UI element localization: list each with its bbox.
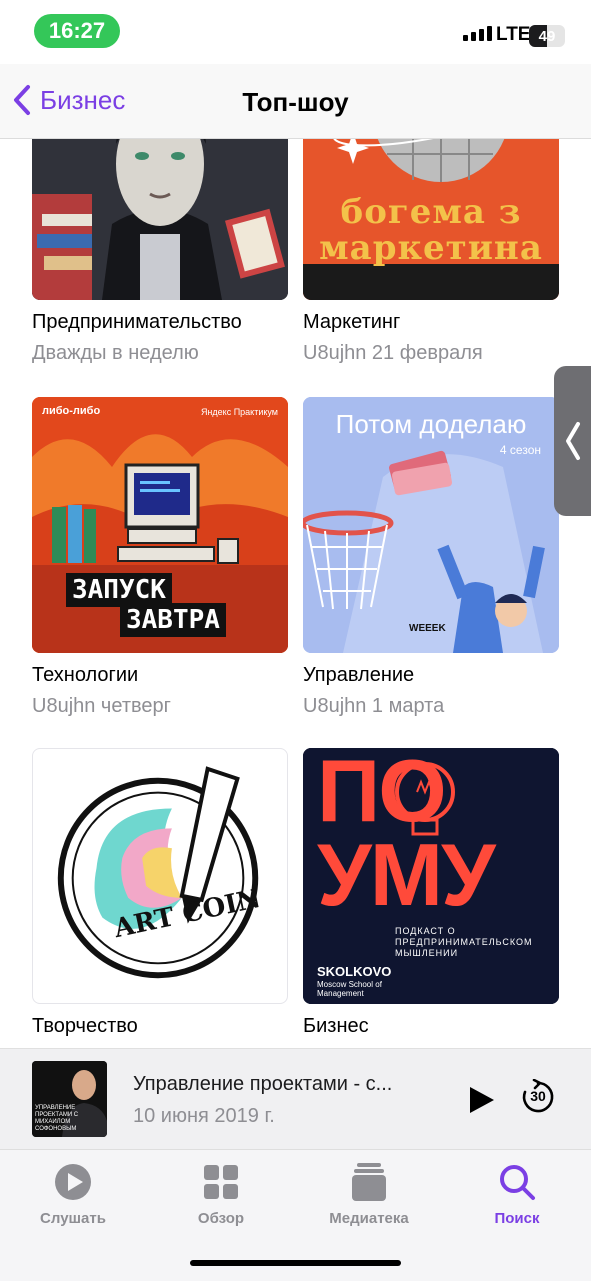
artwork-text-line2: УМУ [317, 825, 496, 924]
skip-seconds: 30 [530, 1088, 546, 1104]
show-artwork[interactable]: ART COIN [32, 748, 288, 1004]
tab-label: Слушать [40, 1210, 106, 1227]
show-artwork[interactable]: богема з маркетина [303, 138, 559, 300]
artwork-text-line1: ПО [317, 748, 447, 840]
signal-icon [463, 26, 492, 41]
tab-search[interactable]: Поиск [462, 1162, 572, 1227]
artwork-text-line2: ЗАВТРА [120, 603, 226, 637]
show-subtitle: U8ujhn 1 марта [303, 695, 445, 717]
network-type: LTE [496, 24, 531, 45]
now-playing-title: Управление проектами - с... [133, 1073, 393, 1095]
tab-label: Поиск [494, 1210, 540, 1227]
show-artwork[interactable]: Потом доделаю 4 сезон WEEEK [303, 397, 559, 653]
portrait-illustration-icon [32, 138, 288, 300]
artwork-top-right: Яндекс Практикум [200, 407, 278, 417]
show-subtitle: U8ujhn четверг [32, 695, 171, 717]
artwork-brand: SKOLKOVO [317, 964, 392, 979]
tab-label: Обзор [197, 1210, 245, 1227]
tab-library[interactable]: Медиатека [314, 1162, 424, 1227]
artwork-season: 4 сезон [499, 443, 541, 457]
battery-icon: 49 [529, 25, 565, 47]
pencil-circle-icon [57, 766, 259, 979]
artwork-text: богема з маркетина [319, 192, 543, 268]
skip-forward-button[interactable]: 30 [520, 1078, 556, 1115]
mini-player[interactable]: УПРАВЛЕНИЕ ПРОЕКТАМИ С МИХАИЛОМ СОФОНОВЫ… [0, 1048, 591, 1149]
show-subtitle: U8ujhn 21 февраля [303, 342, 483, 364]
tab-listen[interactable]: Слушать [18, 1162, 128, 1227]
play-circle-icon [55, 1164, 91, 1200]
status-bar: 16:27 LTE 49 [0, 0, 591, 64]
show-title[interactable]: Маркетинг [303, 311, 400, 334]
tab-browse[interactable]: Обзор [166, 1162, 276, 1227]
side-handle[interactable] [554, 366, 591, 516]
show-title[interactable]: Технологии [32, 664, 138, 687]
artwork-brand: WEEEK [409, 623, 446, 634]
tab-label: Медиатека [329, 1210, 409, 1227]
top-shows-grid: Предпринимательство Дважды в неделю боге… [0, 138, 591, 1050]
show-artwork[interactable]: либо-либо Яндекс Практикум ЗАПУСК ЗАВТРА [32, 397, 288, 653]
show-subtitle: Дважды в неделю [32, 342, 199, 364]
mini-player-artwork[interactable]: УПРАВЛЕНИЕ ПРОЕКТАМИ С МИХАИЛОМ СОФОНОВЫ… [32, 1061, 107, 1137]
show-title[interactable]: Творчество [32, 1015, 138, 1038]
grid-icon [204, 1165, 238, 1199]
play-icon[interactable] [466, 1085, 496, 1115]
library-icon [352, 1163, 386, 1201]
show-title[interactable]: Бизнес [303, 1015, 369, 1038]
now-playing-date: 10 июня 2019 г. [133, 1105, 275, 1127]
artwork-text-line1: ЗАПУСК [66, 573, 172, 607]
status-time[interactable]: 16:27 [34, 14, 120, 48]
page-title: Топ-шоу [242, 87, 349, 117]
artwork-description: ПОДКАСТ О ПРЕДПРИНИМАТЕЛЬСКОМ МЫШЛЕНИИ [395, 926, 533, 958]
show-title[interactable]: Предпринимательство [32, 311, 242, 334]
artwork-brand-sub: Moscow School of Management [317, 980, 382, 998]
battery-percent: 49 [538, 27, 556, 45]
artwork-title: Потом доделаю [335, 409, 527, 439]
search-icon [500, 1165, 535, 1200]
navigation-bar: Бизнес Топ-шоу [0, 64, 591, 139]
show-artwork[interactable] [32, 138, 288, 300]
artwork-top-left: либо-либо [42, 405, 101, 417]
mini-art-caption: УПРАВЛЕНИЕ ПРОЕКТАМИ С МИХАИЛОМ СОФОНОВЫ… [35, 1105, 79, 1132]
show-title[interactable]: Управление [303, 664, 414, 687]
chevron-left-icon [566, 422, 580, 460]
home-indicator [190, 1260, 401, 1266]
show-artwork[interactable]: ПО УМУ ПОДКАСТ О ПРЕДПРИНИМАТЕЛЬСКОМ МЫШ… [303, 748, 559, 1004]
